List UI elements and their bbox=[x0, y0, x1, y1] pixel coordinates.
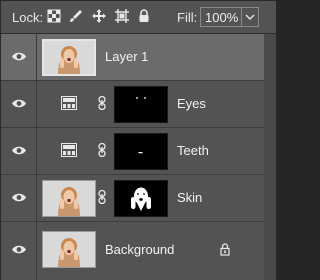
layer-row-eyes[interactable]: Eyes bbox=[1, 81, 264, 128]
eye-icon bbox=[12, 52, 26, 61]
teeth-mask-image bbox=[138, 152, 143, 154]
eyes-mask-image bbox=[136, 97, 146, 99]
visibility-toggle[interactable] bbox=[1, 128, 37, 174]
layer-row-teeth[interactable]: Teeth bbox=[1, 128, 264, 175]
layer-row-layer-1[interactable]: Layer 1 bbox=[1, 34, 264, 81]
skin-mask-image bbox=[131, 187, 151, 211]
layer-thumbnail[interactable] bbox=[42, 180, 96, 217]
visibility-toggle[interactable] bbox=[1, 222, 37, 280]
layer-row-background[interactable]: Background bbox=[1, 222, 264, 280]
visibility-toggle[interactable] bbox=[1, 81, 37, 127]
link-chain-icon[interactable] bbox=[98, 143, 106, 157]
lock-transparent-pixels-icon[interactable] bbox=[47, 9, 61, 23]
link-chain-icon[interactable] bbox=[98, 96, 106, 110]
levels-adjustment-icon[interactable] bbox=[61, 96, 77, 110]
eye-icon bbox=[12, 146, 26, 155]
eye-icon bbox=[12, 99, 26, 108]
lock-position-icon[interactable] bbox=[92, 9, 106, 23]
lock-all-icon[interactable] bbox=[137, 9, 151, 23]
lock-icon[interactable] bbox=[220, 243, 230, 256]
visibility-toggle[interactable] bbox=[1, 34, 37, 80]
layer-mask-thumbnail[interactable] bbox=[114, 180, 168, 217]
lock-artboard-icon[interactable] bbox=[115, 9, 129, 23]
layer-row-skin[interactable]: Skin bbox=[1, 175, 264, 222]
layer-thumbnail[interactable] bbox=[42, 39, 96, 76]
portrait-thumbnail-image bbox=[43, 232, 95, 267]
layer-name[interactable]: Eyes bbox=[177, 96, 206, 111]
layer-name[interactable]: Skin bbox=[177, 190, 202, 205]
fill-opacity-field[interactable]: 100% bbox=[200, 7, 259, 27]
chevron-down-icon bbox=[245, 14, 255, 20]
lock-image-pixels-icon[interactable] bbox=[69, 9, 83, 23]
layer-mask-thumbnail[interactable] bbox=[114, 86, 168, 123]
layer-name[interactable]: Layer 1 bbox=[105, 49, 148, 64]
layers-panel: Lock: Fill: 100% Layer 1 Eyes Teeth Skin… bbox=[0, 0, 276, 280]
lock-label: Lock: bbox=[12, 10, 44, 25]
fill-label: Fill: bbox=[177, 10, 198, 25]
levels-adjustment-icon[interactable] bbox=[61, 143, 77, 157]
link-chain-icon[interactable] bbox=[98, 190, 106, 204]
visibility-toggle[interactable] bbox=[1, 175, 37, 221]
layers-list: Layer 1 Eyes Teeth Skin Background bbox=[1, 34, 264, 280]
layer-name[interactable]: Background bbox=[105, 242, 174, 257]
layer-name[interactable]: Teeth bbox=[177, 143, 209, 158]
fill-dropdown-button[interactable] bbox=[241, 8, 258, 26]
portrait-thumbnail-image bbox=[44, 41, 94, 74]
layers-toolbar: Lock: Fill: 100% bbox=[1, 1, 276, 34]
layer-thumbnail[interactable] bbox=[42, 231, 96, 268]
eye-icon bbox=[12, 245, 26, 254]
portrait-thumbnail-image bbox=[43, 181, 95, 216]
fill-value[interactable]: 100% bbox=[205, 10, 238, 25]
layer-mask-thumbnail[interactable] bbox=[114, 133, 168, 170]
vertical-scrollbar[interactable] bbox=[264, 34, 276, 280]
eye-icon bbox=[12, 193, 26, 202]
